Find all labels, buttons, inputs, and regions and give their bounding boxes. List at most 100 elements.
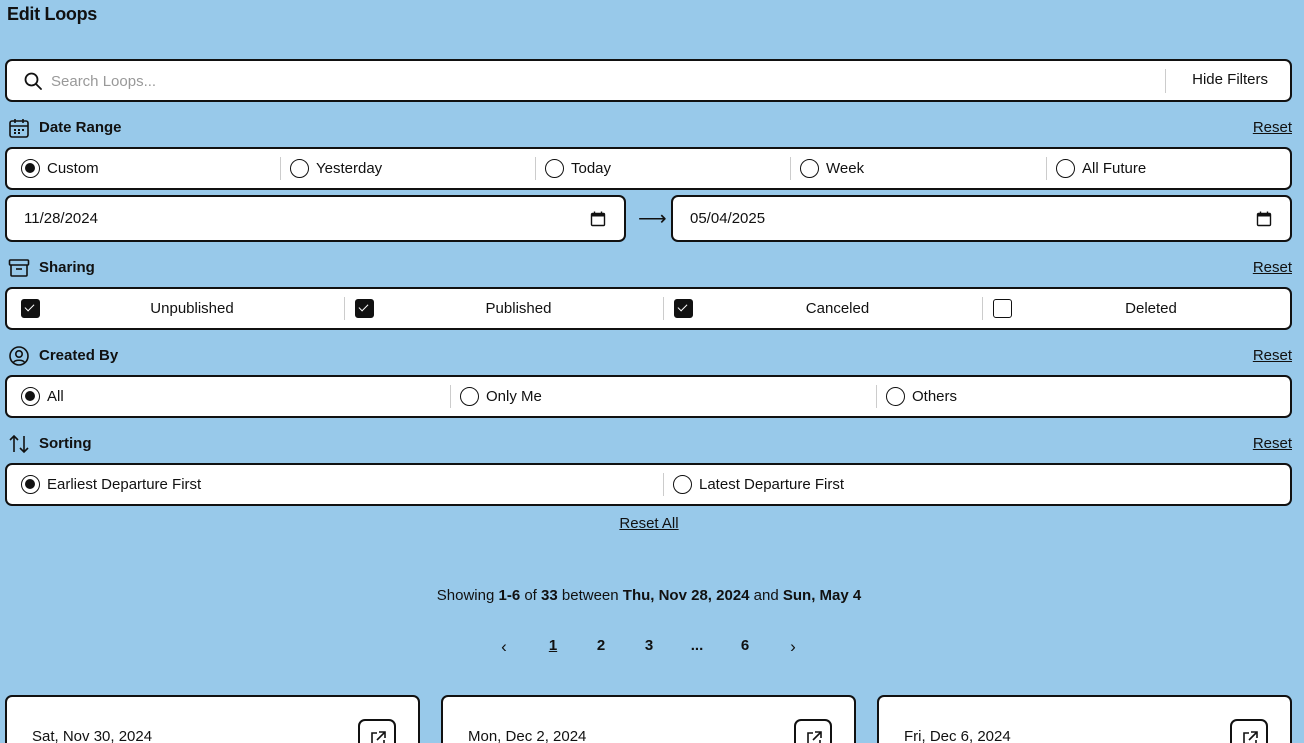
loop-card[interactable]: Sat, Nov 30, 2024 (5, 695, 420, 743)
end-date-value: 05/04/2025 (690, 210, 766, 227)
sharing-options: Unpublished Published Canceled Deleted (5, 287, 1292, 330)
radio-button[interactable] (290, 159, 309, 178)
radio-button[interactable] (800, 159, 819, 178)
loop-card-date: Fri, Dec 6, 2024 (904, 728, 1011, 743)
loop-card-date: Mon, Dec 2, 2024 (468, 728, 587, 743)
start-date-input[interactable]: 11/28/2024 (5, 195, 626, 242)
option-label: Custom (47, 160, 99, 177)
sort-arrows-icon (9, 434, 29, 454)
checkbox-deleted[interactable]: Deleted (982, 289, 1290, 328)
date-range-header: Date Range Reset (8, 117, 1292, 139)
calendar-picker-icon[interactable] (590, 211, 606, 227)
radio-week[interactable]: Week (790, 149, 1046, 188)
reset-all-link[interactable]: Reset All (0, 515, 1298, 532)
option-label: Published (485, 300, 552, 317)
radio-button[interactable] (21, 387, 40, 406)
results-prefix: Showing (436, 587, 495, 604)
checkbox[interactable] (355, 299, 374, 318)
option-label: Only Me (486, 388, 542, 405)
open-loop-button[interactable] (358, 719, 396, 743)
sorting-header: Sorting Reset (8, 433, 1292, 455)
section-label: Date Range (39, 119, 122, 136)
archive-icon (8, 259, 30, 277)
chevron-left-icon[interactable]: ‹ (501, 637, 507, 657)
search-icon (24, 72, 42, 90)
results-start-date: Thu, Nov 28, 2024 (622, 587, 750, 604)
external-link-icon (1243, 731, 1258, 743)
results-and: and (753, 587, 779, 604)
option-label: Others (912, 388, 958, 405)
page-title: Edit Loops (7, 4, 97, 24)
radio-button[interactable] (886, 387, 905, 406)
sorting-reset-link[interactable]: Reset (1253, 435, 1292, 452)
date-range-reset-link[interactable]: Reset (1253, 119, 1292, 136)
radio-button[interactable] (673, 475, 692, 494)
option-label: Yesterday (316, 160, 383, 177)
calendar-icon (9, 119, 29, 138)
option-label: Earliest Departure First (47, 476, 202, 493)
checkbox-canceled[interactable]: Canceled (663, 289, 982, 328)
radio-others[interactable]: Others (876, 377, 1290, 416)
radio-only-me[interactable]: Only Me (450, 377, 876, 416)
created-by-options: All Only Me Others (5, 375, 1292, 418)
arrow-right-icon: ⟶ (638, 208, 667, 230)
external-link-icon (807, 731, 822, 743)
open-loop-button[interactable] (794, 719, 832, 743)
section-label: Created By (39, 347, 119, 364)
results-of: of (524, 587, 537, 604)
loop-card-date: Sat, Nov 30, 2024 (32, 728, 153, 743)
end-date-input[interactable]: 05/04/2025 (671, 195, 1292, 242)
option-label: All (47, 388, 64, 405)
results-total: 33 (541, 587, 558, 604)
pagination: ‹ 1 2 3 ... 6 › (0, 637, 1298, 659)
radio-yesterday[interactable]: Yesterday (280, 149, 535, 188)
checkbox[interactable] (21, 299, 40, 318)
section-label: Sharing (39, 259, 95, 276)
created-by-reset-link[interactable]: Reset (1253, 347, 1292, 364)
checkbox-unpublished[interactable]: Unpublished (7, 289, 344, 328)
radio-custom[interactable]: Custom (7, 149, 280, 188)
external-link-icon (371, 731, 386, 743)
open-loop-button[interactable] (1230, 719, 1268, 743)
page-link-2[interactable]: 2 (597, 637, 605, 654)
radio-latest-first[interactable]: Latest Departure First (663, 465, 1290, 504)
radio-all-future[interactable]: All Future (1046, 149, 1290, 188)
created-by-header: Created By Reset (8, 345, 1292, 367)
radio-button[interactable] (21, 159, 40, 178)
loop-card[interactable]: Fri, Dec 6, 2024 (877, 695, 1292, 743)
loop-card[interactable]: Mon, Dec 2, 2024 (441, 695, 856, 743)
results-summary: Showing 1-6 of 33 between Thu, Nov 28, 2… (0, 587, 1298, 604)
checkbox[interactable] (674, 299, 693, 318)
radio-button[interactable] (1056, 159, 1075, 178)
sharing-header: Sharing Reset (8, 257, 1292, 279)
sorting-options: Earliest Departure First Latest Departur… (5, 463, 1292, 506)
chevron-right-icon[interactable]: › (790, 637, 796, 657)
hide-filters-button[interactable]: Hide Filters (1192, 71, 1268, 88)
calendar-picker-icon[interactable] (1256, 211, 1272, 227)
results-between: between (561, 587, 619, 604)
checkbox-published[interactable]: Published (344, 289, 663, 328)
radio-earliest-first[interactable]: Earliest Departure First (7, 465, 663, 504)
checkbox[interactable] (993, 299, 1012, 318)
page-link-1[interactable]: 1 (549, 637, 557, 654)
radio-all[interactable]: All (7, 377, 450, 416)
radio-today[interactable]: Today (535, 149, 790, 188)
option-label: All Future (1082, 160, 1147, 177)
radio-button[interactable] (545, 159, 564, 178)
search-input[interactable] (51, 69, 1151, 93)
sharing-reset-link[interactable]: Reset (1253, 259, 1292, 276)
page-ellipsis: ... (690, 637, 704, 654)
radio-button[interactable] (21, 475, 40, 494)
page-link-3[interactable]: 3 (645, 637, 653, 654)
page-link-6[interactable]: 6 (741, 637, 749, 654)
results-end-date: Sun, May 4 (782, 587, 862, 604)
option-label: Latest Departure First (699, 476, 845, 493)
user-circle-icon (9, 346, 29, 366)
results-range: 1-6 (498, 587, 521, 604)
date-range-options: Custom Yesterday Today Week All Future (5, 147, 1292, 190)
divider (1165, 69, 1166, 93)
radio-button[interactable] (460, 387, 479, 406)
section-label: Sorting (39, 435, 92, 452)
option-label: Week (826, 160, 865, 177)
start-date-value: 11/28/2024 (24, 210, 98, 227)
